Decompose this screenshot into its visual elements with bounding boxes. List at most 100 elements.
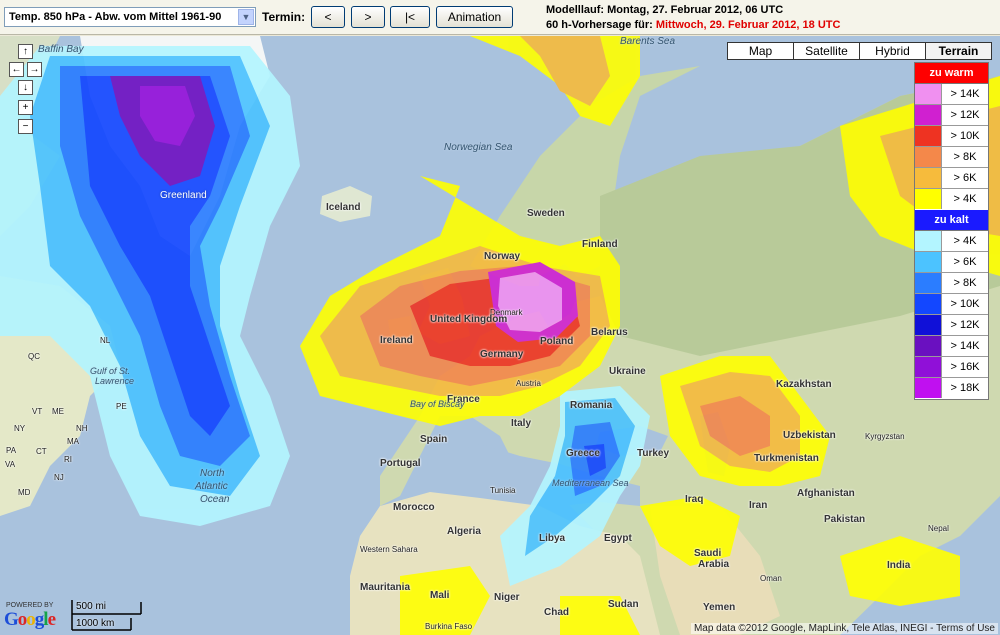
legend-cold-row: > 6K — [915, 252, 988, 273]
legend-warm-label: > 4K — [953, 193, 977, 205]
legend-cold-swatch — [915, 294, 942, 314]
label-pe: PE — [116, 402, 127, 411]
label-saudi: Saudi — [694, 548, 722, 559]
legend-warm-row: > 8K — [915, 147, 988, 168]
label-arabia: Arabia — [698, 559, 730, 570]
legend-cold-label: > 8K — [953, 277, 977, 289]
legend-warm-label: > 8K — [953, 151, 977, 163]
zoom-in-button[interactable]: + — [18, 100, 33, 115]
label-lawrence: Lawrence — [95, 376, 135, 386]
label-nepal: Nepal — [928, 524, 949, 533]
label-ny: NY — [14, 424, 26, 433]
label-nj: NJ — [54, 473, 64, 482]
label-ct: CT — [36, 447, 47, 456]
legend-warm-swatch — [915, 189, 942, 209]
label-sudan: Sudan — [608, 599, 639, 610]
previous-button[interactable]: < — [311, 6, 345, 28]
label-united-kingdom: United Kingdom — [430, 314, 508, 325]
weather-map[interactable]: Baffin Bay Greenland Iceland Norwegian S… — [0, 36, 1000, 635]
map-type-map-button[interactable]: Map — [727, 42, 794, 60]
parameter-select-value: Temp. 850 hPa - Abw. vom Mittel 1961-90 — [9, 11, 222, 23]
label-mali: Mali — [430, 590, 450, 601]
label-yemen: Yemen — [703, 602, 736, 613]
label-kazakhstan: Kazakhstan — [776, 379, 832, 390]
label-pa: PA — [6, 446, 17, 455]
label-algeria: Algeria — [447, 526, 481, 537]
label-libya: Libya — [539, 533, 566, 544]
scale-miles: 500 mi — [76, 601, 107, 612]
label-romania: Romania — [570, 400, 613, 411]
legend-cold-label: > 16K — [950, 361, 980, 373]
label-pakistan: Pakistan — [824, 514, 866, 525]
powered-by-text: POWERED BY — [6, 602, 54, 609]
label-nh: NH — [76, 424, 88, 433]
legend-cold-label: > 14K — [950, 340, 980, 352]
legend-warm-row: > 14K — [915, 84, 988, 105]
label-me: ME — [52, 407, 64, 416]
toolbar: Temp. 850 hPa - Abw. vom Mittel 1961-90 … — [0, 0, 1000, 35]
label-mediterranean: Mediterranean Sea — [552, 478, 629, 488]
chevron-down-icon[interactable]: ▼ — [238, 9, 254, 25]
label-greece: Greece — [566, 448, 600, 459]
label-ocean: Ocean — [200, 494, 230, 505]
google-logo[interactable]: POWERED BY Google — [4, 602, 56, 631]
label-ukraine: Ukraine — [609, 366, 646, 377]
label-poland: Poland — [540, 336, 574, 347]
anomaly-legend: zu warm > 14K > 12K > 10K > 8K > 6K > 4K zu k… — [914, 62, 989, 400]
legend-cold-label: > 12K — [950, 319, 980, 331]
map-type-control: Map Satellite Hybrid Terrain — [727, 42, 992, 60]
legend-cold-swatch — [915, 315, 942, 335]
legend-warm-row: > 4K — [915, 189, 988, 210]
legend-cold-label: > 6K — [953, 256, 977, 268]
legend-cold-swatch — [915, 273, 942, 293]
label-egypt: Egypt — [604, 533, 632, 544]
legend-cold-row: > 10K — [915, 294, 988, 315]
legend-warm-row: > 10K — [915, 126, 988, 147]
label-bay-of-biscay: Bay of Biscay — [410, 399, 465, 409]
google-logo-text: Google — [4, 609, 56, 630]
map-attribution: Map data ©2012 Google, MapLink, Tele Atl… — [690, 623, 998, 634]
label-greenland: Greenland — [160, 190, 207, 201]
label-iraq: Iraq — [685, 494, 704, 505]
label-norway: Norway — [484, 251, 521, 262]
label-atlantic: Atlantic — [195, 481, 228, 492]
label-ireland: Ireland — [380, 335, 413, 346]
zoom-out-button[interactable]: − — [18, 119, 33, 134]
label-barents-sea: Barents Sea — [620, 36, 676, 47]
label-kyrgyzstan: Kyrgyzstan — [865, 432, 905, 441]
animation-button[interactable]: Animation — [436, 6, 513, 28]
label-iceland: Iceland — [326, 202, 361, 213]
map-type-satellite-button[interactable]: Satellite — [793, 42, 860, 60]
legend-warm-title: zu warm — [915, 63, 988, 84]
label-qc: QC — [28, 352, 40, 361]
model-run-text: Modelllauf: Montag, 27. Februar 2012, 06… — [546, 4, 784, 16]
label-tunisia: Tunisia — [490, 486, 516, 495]
parameter-select[interactable]: Temp. 850 hPa - Abw. vom Mittel 1961-90 … — [4, 7, 256, 27]
forecast-prefix: 60 h-Vorhersage für: — [546, 19, 656, 31]
pan-down-button[interactable]: ↓ — [18, 80, 33, 95]
map-type-terrain-button[interactable]: Terrain — [925, 42, 992, 60]
legend-warm-swatch — [915, 168, 942, 188]
forecast-date: Mittwoch, 29. Februar 2012, 18 UTC — [655, 19, 841, 31]
pan-up-button[interactable]: ↑ — [18, 44, 33, 59]
pan-right-button[interactable]: → — [27, 62, 42, 77]
pan-left-button[interactable]: ← — [9, 62, 24, 77]
label-baffin-bay: Baffin Bay — [38, 44, 84, 55]
label-gulf-st-lawrence: Gulf of St. — [90, 366, 131, 376]
legend-cold-row: > 4K — [915, 231, 988, 252]
map-type-hybrid-button[interactable]: Hybrid — [859, 42, 926, 60]
next-button[interactable]: > — [351, 6, 385, 28]
label-mauritania: Mauritania — [360, 582, 411, 593]
legend-cold-row: > 18K — [915, 378, 988, 399]
first-button[interactable]: |< — [390, 6, 430, 28]
map-canvas — [0, 36, 1000, 635]
label-ri: RI — [64, 455, 72, 464]
legend-cold-label: > 4K — [953, 235, 977, 247]
legend-warm-label: > 6K — [953, 172, 977, 184]
forecast-text: 60 h-Vorhersage für: Mittwoch, 29. Febru… — [546, 19, 840, 31]
label-vt: VT — [32, 407, 43, 416]
scale-km: 1000 km — [76, 618, 115, 629]
legend-cold-swatch — [915, 231, 942, 251]
legend-warm-row: > 6K — [915, 168, 988, 189]
label-oman: Oman — [760, 574, 782, 583]
